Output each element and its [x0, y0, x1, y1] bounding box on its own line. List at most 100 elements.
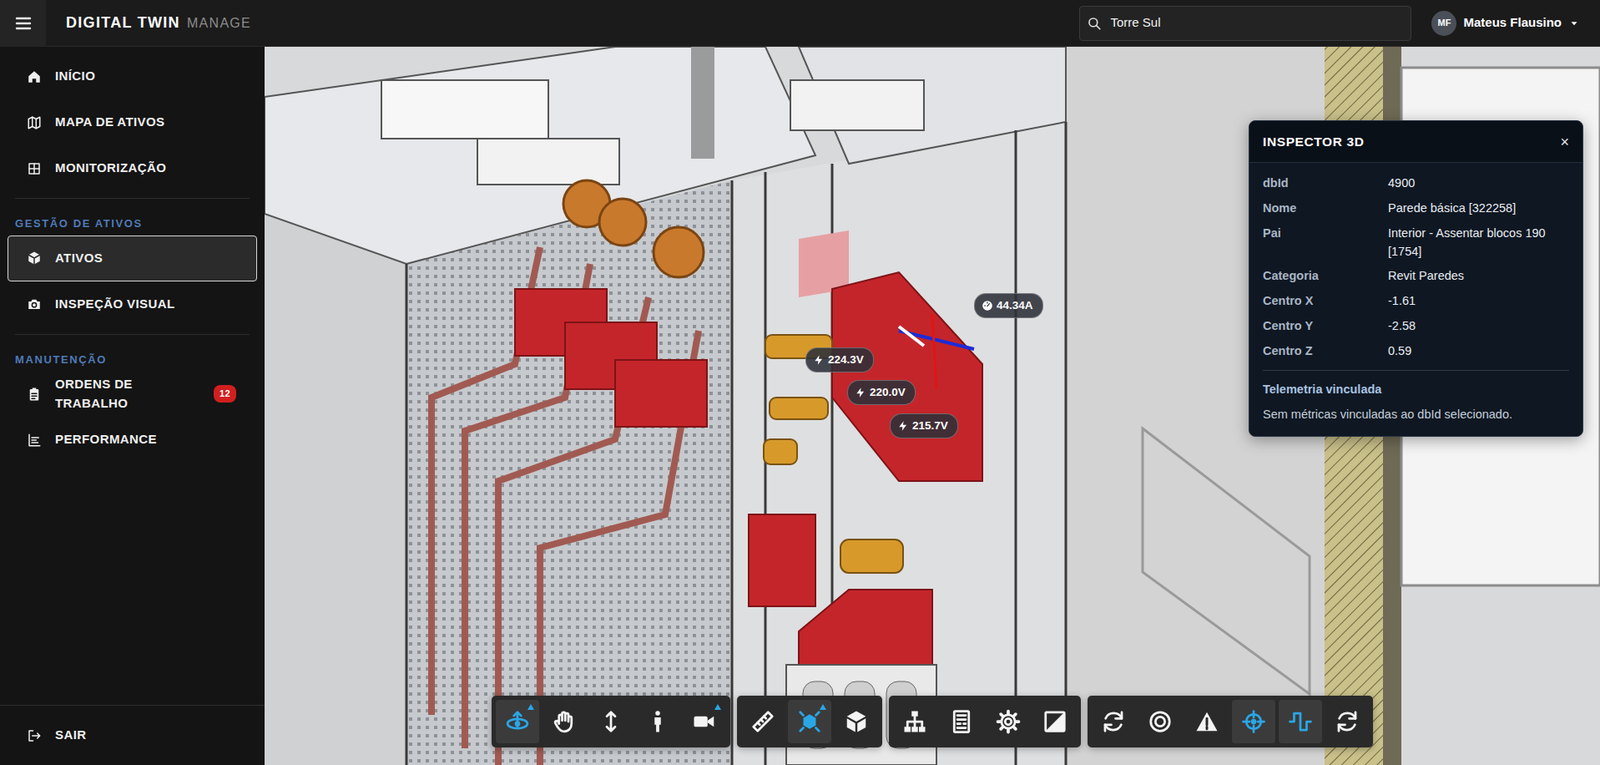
tree-button[interactable] [893, 699, 937, 743]
search-input[interactable] [1108, 12, 1404, 34]
telemetry-value: 220.0V [869, 383, 906, 401]
explode-button[interactable] [787, 699, 832, 743]
user-avatar[interactable]: MF [1431, 10, 1457, 36]
bolt-icon [812, 353, 825, 366]
property-value: Revit Paredes [1388, 267, 1464, 286]
fullscreen-button[interactable] [1033, 699, 1077, 743]
sidebar-item[interactable]: ORDENS DE TRABALHO12 [7, 370, 258, 417]
sidebar-item[interactable]: INÍCIO [7, 53, 258, 100]
sidebar-section-label: GESTÃO DE ATIVOS [0, 203, 265, 236]
sidebar: INÍCIO MAPA DE ATIVOS MONITORIZAÇÃO GESTÃO … [0, 46, 265, 765]
crosshair-icon [1241, 708, 1267, 734]
logout-icon [26, 727, 42, 743]
brand-subtitle: MANAGE [186, 13, 252, 34]
toolbar-group [491, 695, 731, 748]
toolbar-group [1087, 695, 1373, 748]
sidebar-item-label: MAPA DE ATIVOS [55, 112, 165, 132]
property-label: Nome [1262, 199, 1389, 218]
telemetry-tag[interactable]: 220.0V [847, 379, 916, 405]
telemetry-title: Telemetria vinculada [1262, 380, 1570, 399]
logout-button[interactable]: SAIR [7, 711, 258, 758]
submenu-indicator [527, 703, 535, 710]
inspector-panel: INSPECTOR 3D×dbId4900NomeParede básica [… [1248, 120, 1584, 437]
orbit-button[interactable] [495, 699, 540, 743]
sidebar-divider [15, 333, 250, 335]
property-row: CategoriaRevit Paredes [1262, 263, 1570, 289]
brand-title: DIGITAL TWIN [65, 11, 181, 35]
chart-icon [26, 432, 42, 448]
property-row: PaiInterior - Assentar blocos 190 [1754] [1262, 221, 1570, 265]
sidebar-item-label: INSPEÇÃO VISUAL [55, 294, 176, 314]
user-name[interactable]: Mateus Flausino [1463, 13, 1562, 33]
toolbar-group [888, 695, 1081, 748]
toolbar-group [736, 695, 883, 748]
wave-button[interactable] [1278, 699, 1323, 743]
telemetry-value: 224.3V [827, 351, 864, 369]
telemetry-value: 215.7V [912, 417, 949, 435]
warning-button[interactable] [1185, 699, 1229, 743]
sidebar-item[interactable]: ATIVOS [7, 235, 258, 282]
zoom-button[interactable] [589, 699, 633, 743]
burger-icon [13, 13, 34, 34]
gauge-icon [981, 299, 994, 312]
zoom-icon [598, 708, 624, 734]
telemetry-message: Sem métricas vinculadas ao dbId selecion… [1262, 405, 1570, 424]
cube-icon [843, 708, 869, 734]
top-bar: DIGITAL TWIN MANAGE MF Mateus Flausino [0, 0, 1600, 47]
box-icon [26, 250, 42, 266]
wave-icon [1287, 708, 1313, 734]
3d-viewer[interactable]: 44.34A224.3V220.0V215.7V INSPECTOR 3D×db… [264, 46, 1600, 765]
refresh-icon [1100, 708, 1126, 734]
grid-icon [26, 161, 42, 177]
sidebar-section-label: MANUTENÇÃO [0, 339, 265, 372]
property-label: Centro Z [1262, 342, 1389, 361]
property-row: Centro X-1.61 [1262, 288, 1570, 314]
orbit-icon [504, 708, 530, 734]
measure-button[interactable] [741, 699, 785, 743]
property-value: 0.59 [1388, 342, 1412, 361]
sidebar-item-label: PERFORMANCE [55, 429, 157, 450]
sidebar-item[interactable]: MAPA DE ATIVOS [7, 99, 258, 146]
fullscreen-icon [1042, 708, 1068, 734]
measure-icon [750, 708, 776, 734]
camera-button[interactable] [682, 699, 727, 743]
close-button[interactable]: × [1559, 134, 1570, 150]
target-button[interactable] [1138, 699, 1182, 743]
logout-label: SAIR [55, 725, 86, 745]
sidebar-item-label: ORDENS DE TRABALHO [55, 374, 201, 413]
crosshair-button[interactable] [1231, 699, 1276, 743]
sync-button[interactable] [1325, 699, 1369, 743]
properties-icon [948, 708, 975, 734]
property-value: -1.61 [1388, 292, 1416, 311]
settings-icon [995, 708, 1021, 734]
home-icon [26, 69, 42, 85]
camera2-icon [26, 296, 42, 312]
telemetry-tag[interactable]: 224.3V [805, 347, 874, 373]
target-icon [1147, 708, 1173, 734]
telemetry-tag[interactable]: 215.7V [889, 413, 959, 439]
property-row: NomeParede básica [322258] [1262, 196, 1570, 222]
pan-icon [551, 708, 577, 734]
sidebar-item[interactable]: MONITORIZAÇÃO [7, 145, 258, 192]
refresh-button[interactable] [1091, 699, 1136, 743]
property-row: dbId4900 [1262, 171, 1570, 197]
menu-button[interactable] [0, 0, 46, 47]
search-box[interactable] [1079, 5, 1412, 41]
sidebar-item-label: INÍCIO [55, 66, 96, 86]
user-menu[interactable]: MF Mateus Flausino [1431, 10, 1580, 36]
settings-button[interactable] [986, 699, 1030, 743]
property-value: -2.58 [1388, 317, 1416, 336]
search-icon [1086, 15, 1102, 31]
pan-button[interactable] [542, 699, 586, 743]
properties-button[interactable] [939, 699, 984, 743]
sidebar-item-label: ATIVOS [55, 248, 103, 268]
telemetry-tag[interactable]: 44.34A [974, 292, 1044, 318]
bolt-icon [897, 419, 909, 432]
walk-button[interactable] [635, 699, 680, 743]
sidebar-item-label: MONITORIZAÇÃO [55, 158, 167, 178]
brand: DIGITAL TWIN MANAGE [65, 11, 252, 35]
cube-button[interactable] [834, 699, 879, 743]
sidebar-item[interactable]: PERFORMANCE [7, 416, 258, 463]
warning-icon [1194, 708, 1220, 734]
sidebar-item[interactable]: INSPEÇÃO VISUAL [7, 281, 258, 328]
